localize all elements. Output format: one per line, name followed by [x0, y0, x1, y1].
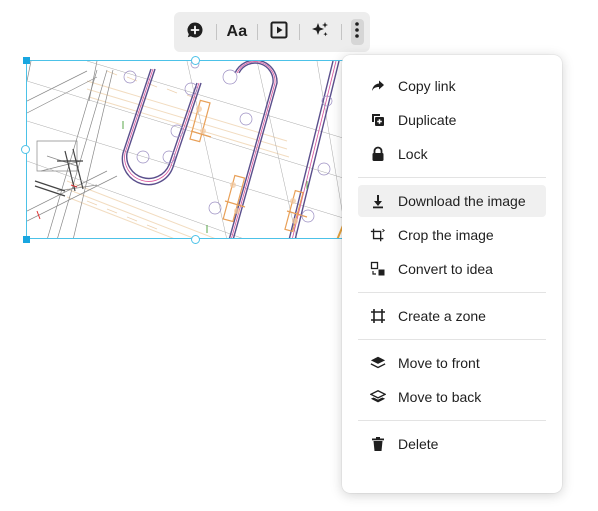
- menu-separator: [358, 292, 546, 293]
- convert-icon: [370, 261, 386, 277]
- toolbar-separator: [298, 24, 300, 40]
- resize-handle-top-middle[interactable]: [191, 56, 200, 65]
- menu-item-label: Convert to idea: [398, 261, 493, 277]
- menu-separator: [358, 339, 546, 340]
- more-options-button[interactable]: [350, 19, 364, 45]
- menu-item-duplicate[interactable]: Duplicate: [358, 104, 546, 136]
- zone-icon: [370, 308, 386, 324]
- menu-item-copy-link[interactable]: Copy link: [358, 70, 546, 102]
- menu-item-label: Duplicate: [398, 112, 457, 128]
- menu-item-label: Create a zone: [398, 308, 486, 324]
- floating-toolbar: Aa: [174, 12, 370, 52]
- menu-item-download-image[interactable]: Download the image: [358, 185, 546, 217]
- menu-item-delete[interactable]: Delete: [358, 428, 546, 460]
- resize-handle-bottom-middle[interactable]: [191, 235, 200, 244]
- more-vertical-icon: [355, 21, 360, 43]
- selected-image[interactable]: [26, 60, 352, 239]
- menu-item-label: Copy link: [398, 78, 456, 94]
- lock-icon: [370, 146, 386, 162]
- menu-item-move-to-back[interactable]: Move to back: [358, 381, 546, 413]
- menu-item-label: Move to front: [398, 355, 480, 371]
- resize-handle-bottom-left[interactable]: [23, 236, 30, 243]
- menu-item-label: Crop the image: [398, 227, 494, 243]
- add-comment-icon: [186, 21, 204, 44]
- add-comment-button[interactable]: [180, 16, 211, 48]
- ai-sparkle-icon: [310, 21, 330, 44]
- text-format-label: Aa: [226, 23, 248, 40]
- toolbar-separator: [215, 24, 217, 40]
- menu-separator: [358, 177, 546, 178]
- ai-assistant-button[interactable]: [305, 16, 336, 48]
- resize-handle-top-left[interactable]: [23, 57, 30, 64]
- trash-icon: [370, 436, 386, 452]
- menu-item-convert-to-idea[interactable]: Convert to idea: [358, 253, 546, 285]
- share-arrow-icon: [370, 78, 386, 94]
- menu-item-crop-image[interactable]: Crop the image: [358, 219, 546, 251]
- send-back-icon: [370, 389, 386, 405]
- menu-item-label: Download the image: [398, 193, 526, 209]
- toolbar-separator: [257, 24, 259, 40]
- menu-item-label: Lock: [398, 146, 428, 162]
- menu-item-label: Delete: [398, 436, 439, 452]
- download-icon: [370, 193, 386, 209]
- duplicate-icon: [370, 112, 386, 128]
- menu-separator: [358, 420, 546, 421]
- menu-item-create-zone[interactable]: Create a zone: [358, 300, 546, 332]
- technical-drawing-image: [27, 61, 351, 238]
- present-icon: [270, 21, 288, 44]
- menu-item-lock[interactable]: Lock: [358, 138, 546, 170]
- menu-item-move-to-front[interactable]: Move to front: [358, 347, 546, 379]
- menu-item-label: Move to back: [398, 389, 482, 405]
- crop-icon: [370, 227, 386, 243]
- bring-front-icon: [370, 355, 386, 371]
- text-format-button[interactable]: Aa: [222, 16, 253, 48]
- resize-handle-left-middle[interactable]: [21, 145, 30, 154]
- present-button[interactable]: [263, 16, 294, 48]
- context-menu: Copy link Duplicate Lock Download the im…: [342, 55, 562, 493]
- toolbar-separator: [340, 24, 342, 40]
